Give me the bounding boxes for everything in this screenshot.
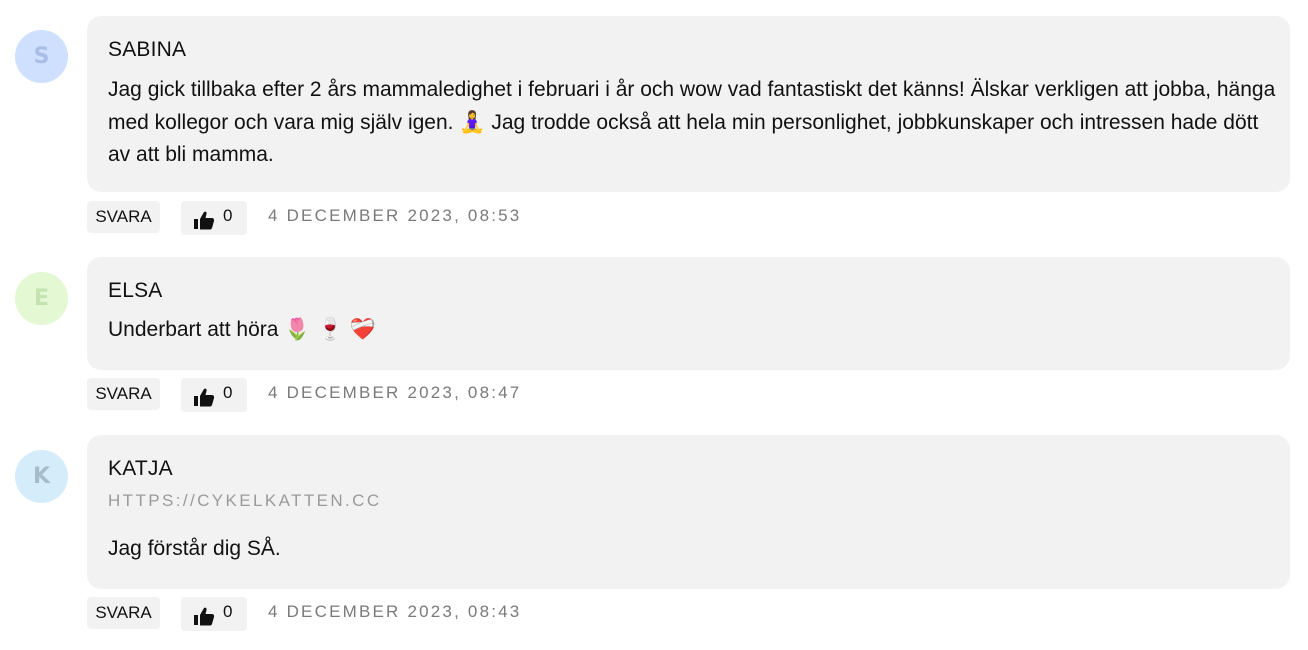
comment-bubble: KATJA HTTPS://CYKELKATTEN.CC Jag förstår…	[87, 435, 1290, 589]
like-count: 0	[223, 602, 233, 621]
author-website-link[interactable]: HTTPS://CYKELKATTEN.CC	[108, 491, 382, 511]
avatar: K	[15, 450, 68, 503]
avatar-initial: K	[32, 464, 51, 489]
comment-author: KATJA	[108, 457, 173, 480]
comment-katja: K KATJA HTTPS://CYKELKATTEN.CC Jag först…	[0, 0, 1308, 640]
thumbs-up-icon	[194, 607, 215, 626]
reply-button[interactable]: SVARA	[87, 597, 160, 629]
comment-timestamp: 4 DECEMBER 2023, 08:43	[268, 602, 522, 621]
like-button[interactable]: 0	[181, 597, 247, 631]
comment-text: Jag förstår dig SÅ.	[108, 537, 281, 560]
